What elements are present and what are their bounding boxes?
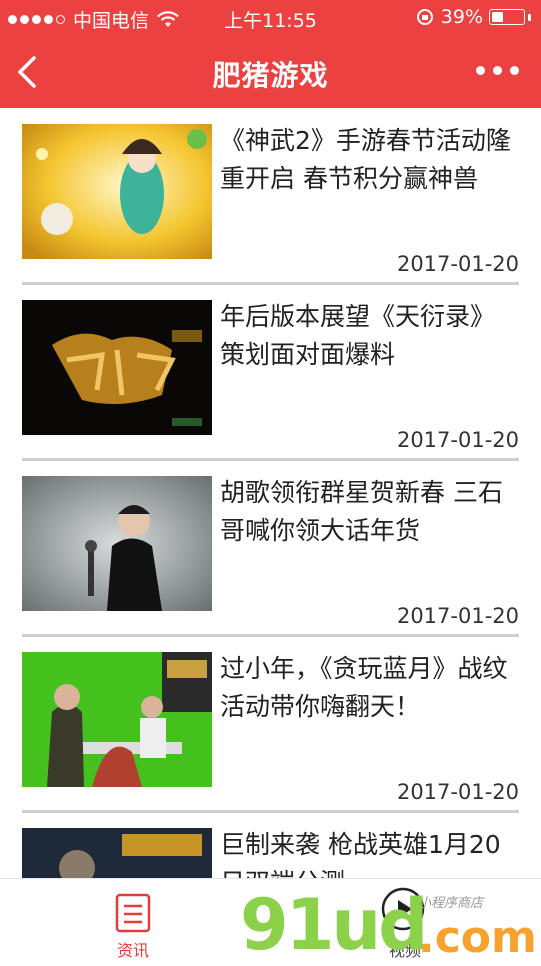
article-date: 2017-01-20	[396, 604, 519, 628]
tab-news[interactable]: 资讯	[78, 879, 188, 961]
article-title[interactable]: 《神武2》手游春节活动隆重开启 春节积分赢神兽	[220, 122, 519, 198]
battery-icon	[489, 9, 525, 25]
nav-bar: 肥猪游戏	[0, 36, 541, 108]
article-thumbnail[interactable]	[22, 652, 212, 787]
page-title: 肥猪游戏	[212, 59, 329, 92]
battery-fill	[492, 12, 504, 22]
article-thumbnail[interactable]	[22, 828, 212, 878]
article-title[interactable]: 巨制来袭 枪战英雄1月20日双端公测	[220, 826, 519, 878]
watermark-logo: 91ud	[240, 884, 428, 966]
more-icon[interactable]	[476, 66, 519, 75]
battery-percent: 39%	[440, 6, 483, 28]
article-date: 2017-01-20	[396, 252, 519, 276]
watermark-domain: .com	[418, 912, 537, 963]
news-icon	[115, 893, 151, 933]
article-thumbnail[interactable]	[22, 124, 212, 259]
status-bar: 中国电信 上午11:55 39%	[0, 0, 541, 36]
article-item[interactable]: 《神武2》手游春节活动隆重开启 春节积分赢神兽 2017-01-20	[22, 108, 519, 285]
article-date: 2017-01-20	[396, 780, 519, 804]
battery-tip	[528, 13, 531, 21]
article-title[interactable]: 胡歌领衔群星贺新春 三石哥喊你领大话年货	[220, 474, 519, 550]
status-right: 39%	[415, 6, 531, 28]
article-title[interactable]: 年后版本展望《天衍录》策划面对面爆料	[220, 298, 519, 374]
article-thumbnail[interactable]	[22, 476, 212, 611]
rotation-lock-icon	[416, 9, 433, 25]
article-list[interactable]: 《神武2》手游春节活动隆重开启 春节积分赢神兽 2017-01-20 年后版本展…	[0, 108, 541, 878]
article-thumbnail[interactable]	[22, 300, 212, 435]
article-item[interactable]: 巨制来袭 枪战英雄1月20日双端公测	[22, 812, 519, 878]
tab-news-label: 资讯	[116, 941, 149, 960]
watermark-caption: 小程序商店	[418, 896, 484, 911]
article-item[interactable]: 年后版本展望《天衍录》策划面对面爆料 2017-01-20	[22, 284, 519, 461]
article-item[interactable]: 胡歌领衔群星贺新春 三石哥喊你领大话年货 2017-01-20	[22, 460, 519, 637]
article-item[interactable]: 过小年，《贪玩蓝月》战纹活动带你嗨翻天！ 2017-01-20	[22, 636, 519, 813]
article-date: 2017-01-20	[396, 428, 519, 452]
article-title[interactable]: 过小年，《贪玩蓝月》战纹活动带你嗨翻天！	[220, 650, 519, 726]
